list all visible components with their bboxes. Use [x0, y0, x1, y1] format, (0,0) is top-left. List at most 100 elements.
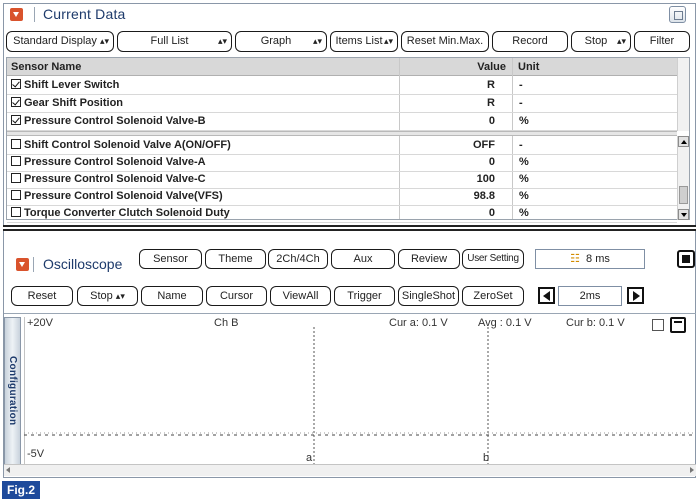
table-row[interactable]: Pressure Control Solenoid Valve-A 0%	[7, 154, 677, 172]
row-checkbox[interactable]	[11, 97, 21, 107]
table-row[interactable]: Shift Lever Switch R -	[7, 77, 677, 95]
sensor-table: Sensor Name Value Unit Shift Lever Switc…	[6, 57, 690, 223]
column-header-sensor-name[interactable]: Sensor Name	[7, 58, 400, 76]
y-axis-min-label: -5V	[27, 448, 45, 460]
theme-button[interactable]: Theme	[205, 249, 266, 269]
table-row[interactable]: Pressure Control Solenoid Valve(VFS) 98.8…	[7, 188, 677, 206]
title-divider	[34, 7, 35, 22]
row-checkbox[interactable]	[11, 115, 21, 125]
collapse-oscilloscope-icon[interactable]	[16, 258, 29, 271]
sensor-name: Pressure Control Solenoid Valve-C	[24, 173, 206, 185]
cursor-a-readout: Cur a: 0.1 V	[389, 317, 448, 329]
table-row[interactable]: Gear Shift Position R -	[7, 95, 677, 113]
collapse-current-data-icon[interactable]	[10, 8, 23, 21]
sensor-name: Torque Converter Clutch Solenoid Duty	[24, 207, 230, 219]
sensor-button[interactable]: Sensor	[139, 249, 202, 269]
column-header-value[interactable]: Value	[400, 58, 512, 76]
channel-mode-button[interactable]: 2Ch/4Ch	[268, 249, 328, 269]
aux-button[interactable]: Aux	[331, 249, 395, 269]
column-header-unit[interactable]: Unit	[512, 58, 677, 76]
stop-label: Stop	[584, 35, 608, 47]
updown-arrow-icon: ▴▾	[115, 291, 125, 301]
user-setting-button[interactable]: User Setting	[462, 249, 524, 269]
sensor-name: Shift Control Solenoid Valve A(ON/OFF)	[24, 139, 231, 151]
items-list-label: Items List	[335, 35, 383, 47]
cursor-button[interactable]: Cursor	[206, 286, 267, 306]
sensor-unit: %	[519, 115, 529, 127]
sensor-name-cell: Pressure Control Solenoid Valve-A	[11, 154, 206, 171]
configuration-tab[interactable]: Configuration	[4, 317, 21, 467]
sensor-unit: -	[519, 79, 523, 91]
stop-select[interactable]: Stop ▴▾	[571, 31, 631, 52]
standard-display-select[interactable]: Standard Display ▴▾	[6, 31, 114, 52]
row-checkbox[interactable]	[11, 79, 21, 89]
sample-time-display: ☷ 8 ms	[535, 249, 645, 269]
record-button[interactable]: Record	[492, 31, 568, 52]
sensor-unit: %	[519, 156, 529, 168]
sensor-name-cell: Pressure Control Solenoid Valve(VFS)	[11, 188, 223, 205]
row-checkbox[interactable]	[11, 156, 21, 166]
graph-label: Graph	[260, 35, 292, 47]
oscilloscope-title: Oscilloscope	[43, 256, 123, 272]
cursor-a-marker[interactable]: a	[306, 452, 312, 464]
sensor-name: Pressure Control Solenoid Valve-A	[24, 156, 206, 168]
sensor-value: OFF	[473, 139, 495, 151]
sensor-name-cell: Torque Converter Clutch Solenoid Duty	[11, 205, 230, 222]
current-data-header: Current Data	[6, 6, 686, 24]
waveform-svg	[24, 317, 696, 464]
table-row[interactable]: Pressure Control Solenoid Valve-C 100%	[7, 171, 677, 189]
singleshot-button[interactable]: SingleShot	[398, 286, 459, 306]
updown-arrow-icon: ▴▾	[99, 36, 109, 46]
sample-time-value: 8 ms	[586, 253, 610, 265]
grid-toggle-icon[interactable]	[670, 317, 686, 333]
restore-window-icon[interactable]	[669, 6, 686, 23]
sensor-value: 98.8	[473, 190, 495, 202]
name-button[interactable]: Name	[141, 286, 203, 306]
table-row[interactable]: Shift Control Solenoid Valve A(ON/OFF) OF…	[7, 137, 677, 155]
scroll-down-icon[interactable]	[678, 209, 689, 220]
updown-arrow-icon: ▴▾	[616, 36, 626, 46]
row-checkbox[interactable]	[11, 207, 21, 217]
channel-label: Ch B	[214, 317, 239, 329]
time-scale-increase-icon[interactable]	[627, 287, 644, 304]
time-scale-decrease-icon[interactable]	[538, 287, 555, 304]
trigger-button[interactable]: Trigger	[334, 286, 395, 306]
table-scrollbar[interactable]	[677, 136, 689, 220]
reset-minmax-button[interactable]: Reset Min.Max.	[401, 31, 489, 52]
row-checkbox[interactable]	[11, 139, 21, 149]
full-list-select[interactable]: Full List ▴▾	[117, 31, 232, 52]
graph-select[interactable]: Graph ▴▾	[235, 31, 327, 52]
sensor-name-cell: Shift Lever Switch	[11, 77, 119, 94]
sensor-name: Shift Lever Switch	[24, 79, 120, 91]
timer-icon: ☷	[570, 253, 581, 265]
sensor-value: 0	[488, 115, 495, 127]
sensor-unit: %	[519, 190, 529, 202]
table-row[interactable]: Torque Converter Clutch Solenoid Duty 0%	[7, 205, 677, 223]
scroll-thumb[interactable]	[679, 186, 688, 204]
y-axis-max-label: +20V	[27, 317, 53, 329]
cursor-b-readout: Cur b: 0.1 V	[566, 317, 625, 329]
fixed-rows-splitter[interactable]	[7, 131, 677, 136]
viewall-button[interactable]: ViewAll	[270, 286, 331, 306]
scope-horizontal-scrollbar[interactable]	[4, 464, 696, 476]
filter-button[interactable]: Filter	[634, 31, 690, 52]
table-row[interactable]: Pressure Control Solenoid Valve-B 0%	[7, 113, 677, 131]
sensor-name: Gear Shift Position	[24, 97, 124, 109]
waveform-plot[interactable]	[24, 317, 696, 464]
sensor-name-cell: Pressure Control Solenoid Valve-C	[11, 171, 206, 188]
zeroset-button[interactable]: ZeroSet	[462, 286, 524, 306]
sensor-name-cell: Pressure Control Solenoid Valve-B	[11, 113, 206, 130]
figure-label: Fig.2	[2, 481, 40, 499]
stop-capture-icon[interactable]	[677, 250, 695, 268]
configuration-tab-label: Configuration	[7, 356, 18, 426]
title-divider	[33, 257, 34, 272]
row-checkbox[interactable]	[11, 190, 21, 200]
review-button[interactable]: Review	[398, 249, 460, 269]
scope-stop-select[interactable]: Stop ▴▾	[77, 286, 138, 306]
row-checkbox[interactable]	[11, 173, 21, 183]
reset-button[interactable]: Reset	[11, 286, 73, 306]
channel-visible-checkbox[interactable]	[652, 319, 664, 331]
scroll-up-icon[interactable]	[678, 136, 689, 147]
items-list-select[interactable]: Items List ▴▾	[330, 31, 398, 52]
cursor-b-marker[interactable]: b	[483, 452, 489, 464]
